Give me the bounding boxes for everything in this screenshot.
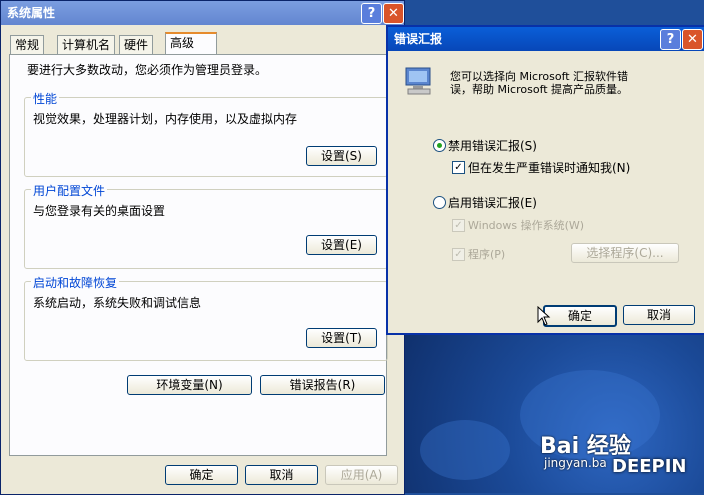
performance-desc: 视觉效果，处理器计划，内存使用，以及虚拟内存 (33, 112, 298, 126)
user-profiles-group: 用户配置文件 与您登录有关的桌面设置 设置(E) (24, 182, 388, 269)
advanced-tab-panel: 要进行大多数改动，您必须作为管理员登录。 性能 视觉效果，处理器计划，内存使用，… (9, 54, 388, 456)
notify-critical-label[interactable]: 但在发生严重错误时通知我(N) (468, 159, 630, 176)
ok-button[interactable]: 确定 (165, 465, 238, 485)
window-title: 系统属性 (7, 6, 56, 20)
error-reporting-button[interactable]: 错误报告(R) (260, 375, 385, 395)
startup-recovery-label: 启动和故障恢复 (31, 274, 120, 291)
error-reporting-titlebar: 错误汇报 ? ✕ (388, 27, 704, 51)
tab-general[interactable]: 常规 (10, 35, 45, 54)
error-message-line2: 误，帮助 Microsoft 提高产品质量。 (450, 83, 629, 96)
disable-error-reporting-label[interactable]: 禁用错误汇报(S) (448, 137, 537, 154)
tab-advanced[interactable]: 高级 (165, 32, 217, 56)
admin-intro-text: 要进行大多数改动，您必须作为管理员登录。 (27, 63, 268, 77)
watermark-domain: jingyan.ba (544, 456, 607, 470)
tab-computer-name[interactable]: 计算机名 (57, 35, 116, 54)
apply-button[interactable]: 应用(A) (325, 465, 398, 485)
user-profiles-label: 用户配置文件 (31, 182, 108, 199)
performance-group: 性能 视觉效果，处理器计划，内存使用，以及虚拟内存 设置(S) (24, 90, 388, 177)
error-cancel-button[interactable]: 取消 (623, 305, 695, 325)
windows-os-label[interactable]: Windows 操作系统(W) (468, 217, 584, 233)
enable-error-reporting-label[interactable]: 启用错误汇报(E) (448, 194, 537, 211)
performance-settings-button[interactable]: 设置(S) (306, 146, 377, 166)
cancel-button[interactable]: 取消 (245, 465, 318, 485)
tab-hardware[interactable]: 硬件 (119, 35, 154, 54)
system-properties-window: 系统属性 ? ✕ 常规 计算机名 硬件 高级 要进行大多数改动，您必须作为管理员… (0, 0, 405, 495)
error-reporting-dialog: 错误汇报 ? ✕ 您可以选择向 Microsoft 汇报软件错 误，帮助 Mic… (386, 25, 704, 335)
user-profiles-desc: 与您登录有关的桌面设置 (33, 204, 166, 218)
windows-os-checkbox[interactable]: ✓ (452, 219, 465, 232)
startup-recovery-settings-button[interactable]: 设置(T) (306, 328, 377, 348)
system-properties-titlebar: 系统属性 ? ✕ (1, 1, 404, 25)
environment-variables-button[interactable]: 环境变量(N) (127, 375, 252, 395)
programs-checkbox[interactable]: ✓ (452, 248, 465, 261)
notify-critical-checkbox[interactable]: ✓ (452, 161, 465, 174)
user-profiles-settings-button[interactable]: 设置(E) (306, 235, 377, 255)
programs-label[interactable]: 程序(P) (468, 246, 505, 262)
startup-recovery-desc: 系统启动，系统失败和调试信息 (33, 296, 202, 310)
help-button[interactable]: ? (361, 3, 382, 24)
performance-label: 性能 (31, 90, 60, 107)
error-close-button[interactable]: ✕ (682, 29, 703, 50)
error-ok-button[interactable]: 确定 (543, 305, 617, 327)
deepin-logo: DEEPIN (612, 456, 687, 477)
mouse-cursor-icon (537, 305, 551, 329)
enable-error-reporting-radio[interactable] (433, 196, 446, 209)
error-help-button[interactable]: ? (660, 29, 681, 50)
error-dialog-title: 错误汇报 (394, 32, 443, 46)
disable-error-reporting-radio[interactable] (433, 139, 446, 152)
computer-icon (404, 67, 434, 95)
startup-recovery-group: 启动和故障恢复 系统启动，系统失败和调试信息 设置(T) (24, 274, 388, 361)
choose-programs-button[interactable]: 选择程序(C)... (571, 243, 679, 263)
close-button[interactable]: ✕ (383, 3, 404, 24)
